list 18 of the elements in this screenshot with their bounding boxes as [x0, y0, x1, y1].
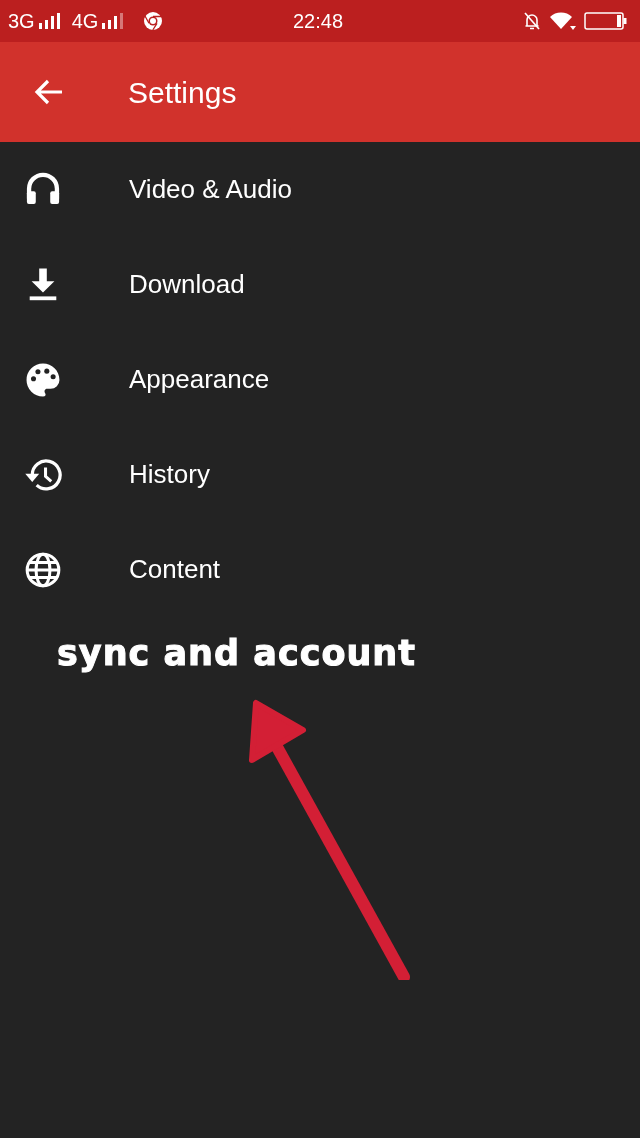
annotation-text: sync and account — [57, 632, 417, 675]
settings-item[interactable]: Content — [0, 522, 640, 617]
globe-icon — [24, 550, 62, 589]
settings-item[interactable]: Appearance — [0, 332, 640, 427]
back-button[interactable] — [34, 79, 64, 105]
signal-icon — [38, 13, 60, 29]
settings-item[interactable]: History — [0, 427, 640, 522]
signal-icon — [102, 13, 124, 29]
network-label: 4G — [71, 9, 99, 34]
muted-bell-icon — [522, 11, 542, 31]
settings-item[interactable]: Video & Audio — [0, 142, 640, 237]
screen-title: Settings — [128, 74, 237, 111]
settings-item[interactable]: Download — [0, 237, 640, 332]
battery-icon — [584, 11, 628, 31]
wifi-icon — [550, 11, 576, 31]
browser-icon — [143, 11, 164, 31]
network-label: 3G — [8, 9, 35, 34]
clock-text: 22:48 — [292, 9, 344, 34]
